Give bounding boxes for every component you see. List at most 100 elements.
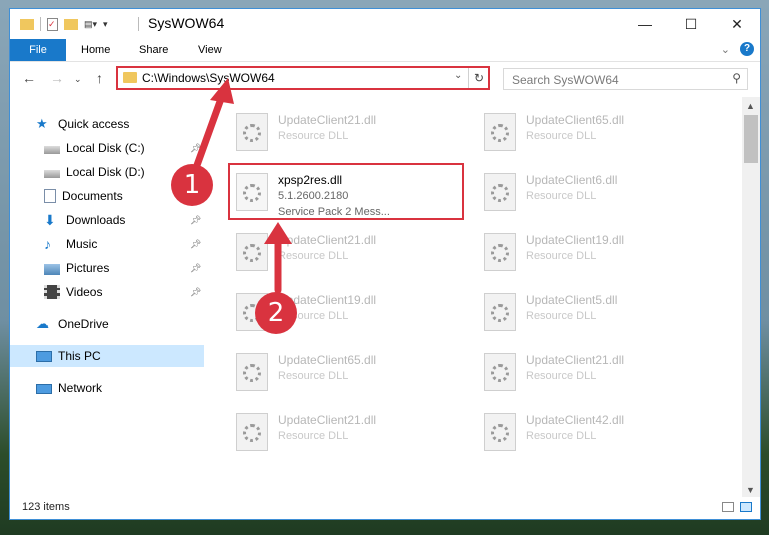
file-item[interactable]: UpdateClient21.dll Resource DLL xyxy=(232,409,462,457)
video-icon xyxy=(44,285,60,299)
maximize-button[interactable]: ☐ xyxy=(668,9,714,39)
sidebar-item-network[interactable]: Network xyxy=(36,377,102,399)
pin-icon[interactable]: 📌︎ xyxy=(190,239,201,250)
sidebar-item-music[interactable]: ♪ Music xyxy=(44,233,97,255)
dll-file-icon xyxy=(236,113,268,151)
scroll-down-icon[interactable]: ▼ xyxy=(746,485,755,495)
scroll-up-icon[interactable]: ▲ xyxy=(746,101,755,111)
drive-icon xyxy=(44,145,60,154)
file-description: Resource DLL xyxy=(526,130,597,142)
address-path[interactable]: C:\Windows\SysWOW64 xyxy=(142,71,275,85)
cloud-icon: ☁ xyxy=(36,316,49,331)
expand-ribbon-icon[interactable]: ⌄ xyxy=(721,43,730,56)
step-2-badge: 2 xyxy=(255,292,297,334)
dll-file-icon xyxy=(484,353,516,391)
quick-access-toolbar: ✓ ▤▾ ▾ xyxy=(20,15,108,33)
pin-icon[interactable]: 📌︎ xyxy=(190,263,201,274)
file-explorer-window: ✓ ▤▾ ▾ SysWOW64 — ☐ ✕ File Home Share Vi… xyxy=(9,8,761,520)
sidebar-item-documents[interactable]: Documents xyxy=(44,185,123,207)
vertical-scrollbar[interactable]: ▲ ▼ xyxy=(742,97,760,497)
drive-icon xyxy=(44,169,60,178)
chevron-down-icon[interactable]: ▾ xyxy=(103,19,108,30)
details-view-icon[interactable] xyxy=(722,502,734,512)
forward-arrow-icon[interactable]: → xyxy=(50,70,64,86)
search-placeholder[interactable]: Search SysWOW64 xyxy=(512,73,619,87)
minimize-button[interactable]: — xyxy=(622,9,668,39)
recent-locations-icon[interactable]: ⌄ xyxy=(74,74,82,85)
file-item[interactable]: UpdateClient21.dll Resource DLL xyxy=(480,349,710,397)
close-button[interactable]: ✕ xyxy=(714,9,760,39)
dll-file-icon xyxy=(484,173,516,211)
sidebar-item-label: Local Disk (C:) xyxy=(66,141,145,155)
tab-file[interactable]: File xyxy=(10,39,66,61)
new-folder-icon[interactable] xyxy=(64,18,78,30)
sidebar-item-downloads[interactable]: ⬇ Downloads xyxy=(44,209,125,231)
folder-icon xyxy=(20,18,34,30)
step-1-badge: 1 xyxy=(171,164,213,206)
file-description: Resource DLL xyxy=(278,370,349,382)
search-box[interactable]: Search SysWOW64 ⚲ xyxy=(503,68,748,90)
file-item[interactable]: UpdateClient6.dll Resource DLL xyxy=(480,169,710,217)
ribbon-tabs: File Home Share View ⌄ ? xyxy=(10,39,760,62)
computer-icon xyxy=(36,351,52,362)
tab-view[interactable]: View xyxy=(198,39,222,61)
file-description: Resource DLL xyxy=(526,250,597,262)
navigation-bar: ← → ⌄ ↑ C:\Windows\SysWOW64 ⌄ ↻ Search S… xyxy=(10,62,760,96)
dll-file-icon xyxy=(484,293,516,331)
dll-file-icon xyxy=(484,233,516,271)
pin-icon[interactable]: 📌︎ xyxy=(190,287,201,298)
pin-icon[interactable]: 📌︎ xyxy=(190,143,201,154)
help-icon[interactable]: ? xyxy=(740,42,754,56)
title-bar: ✓ ▤▾ ▾ SysWOW64 — ☐ ✕ xyxy=(10,9,760,39)
file-description: Resource DLL xyxy=(278,250,349,262)
tab-home[interactable]: Home xyxy=(81,39,110,61)
file-name: UpdateClient21.dll xyxy=(526,353,625,367)
file-name: UpdateClient21.dll xyxy=(278,233,377,247)
star-icon: ★ xyxy=(36,116,48,131)
file-item[interactable]: UpdateClient5.dll Resource DLL xyxy=(480,289,710,337)
sidebar-item-label: Music xyxy=(66,237,98,251)
dll-file-icon xyxy=(236,353,268,391)
file-name: UpdateClient21.dll xyxy=(278,413,377,427)
chevron-down-icon[interactable]: ⌄ xyxy=(454,70,462,81)
file-description: Resource DLL xyxy=(526,310,597,322)
tiles-view-icon[interactable] xyxy=(740,502,752,512)
sidebar-item-videos[interactable]: Videos xyxy=(44,281,102,303)
sidebar-item-this-pc[interactable]: This PC xyxy=(10,345,204,367)
toolbar-separator xyxy=(40,17,41,31)
dll-file-icon xyxy=(484,113,516,151)
sidebar-item-local-disk-c[interactable]: Local Disk (C:) xyxy=(44,137,145,159)
back-arrow-icon[interactable]: ← xyxy=(22,70,36,86)
network-icon xyxy=(36,384,52,394)
sidebar-item-onedrive[interactable]: ☁ OneDrive xyxy=(36,313,109,335)
file-item[interactable]: UpdateClient21.dll Resource DLL xyxy=(232,109,462,157)
gear-icon xyxy=(243,424,261,442)
file-item[interactable]: UpdateClient65.dll Resource DLL xyxy=(480,109,710,157)
sidebar-item-label: Videos xyxy=(66,285,103,299)
gear-icon xyxy=(491,124,509,142)
file-name: UpdateClient6.dll xyxy=(526,173,618,187)
view-switcher xyxy=(722,502,752,512)
file-item[interactable]: UpdateClient65.dll Resource DLL xyxy=(232,349,462,397)
download-icon: ⬇ xyxy=(44,212,56,228)
sidebar-item-local-disk-d[interactable]: Local Disk (D:) xyxy=(44,161,145,183)
file-name: UpdateClient42.dll xyxy=(526,413,625,427)
file-item[interactable]: UpdateClient42.dll Resource DLL xyxy=(480,409,710,457)
properties-icon[interactable]: ✓ xyxy=(47,17,58,31)
up-arrow-icon[interactable]: ↑ xyxy=(96,70,103,86)
file-name: UpdateClient65.dll xyxy=(526,113,625,127)
scrollbar-thumb[interactable] xyxy=(744,115,758,163)
file-item[interactable]: UpdateClient21.dll Resource DLL xyxy=(232,229,462,277)
sidebar-item-label: Quick access xyxy=(58,117,130,131)
pin-icon[interactable]: 📌︎ xyxy=(190,215,201,226)
address-bar[interactable]: C:\Windows\SysWOW64 ⌄ ↻ xyxy=(116,66,490,90)
file-description: Resource DLL xyxy=(526,190,597,202)
refresh-icon[interactable]: ↻ xyxy=(468,68,489,88)
sidebar-item-quick-access[interactable]: ★ Quick access xyxy=(36,113,129,135)
file-item[interactable]: UpdateClient19.dll Resource DLL xyxy=(480,229,710,277)
folder-icon xyxy=(123,72,137,83)
sidebar-item-pictures[interactable]: Pictures xyxy=(44,257,109,279)
search-icon[interactable]: ⚲ xyxy=(732,71,741,85)
customize-toolbar-icon[interactable]: ▤▾ xyxy=(84,19,97,30)
tab-share[interactable]: Share xyxy=(139,39,168,61)
